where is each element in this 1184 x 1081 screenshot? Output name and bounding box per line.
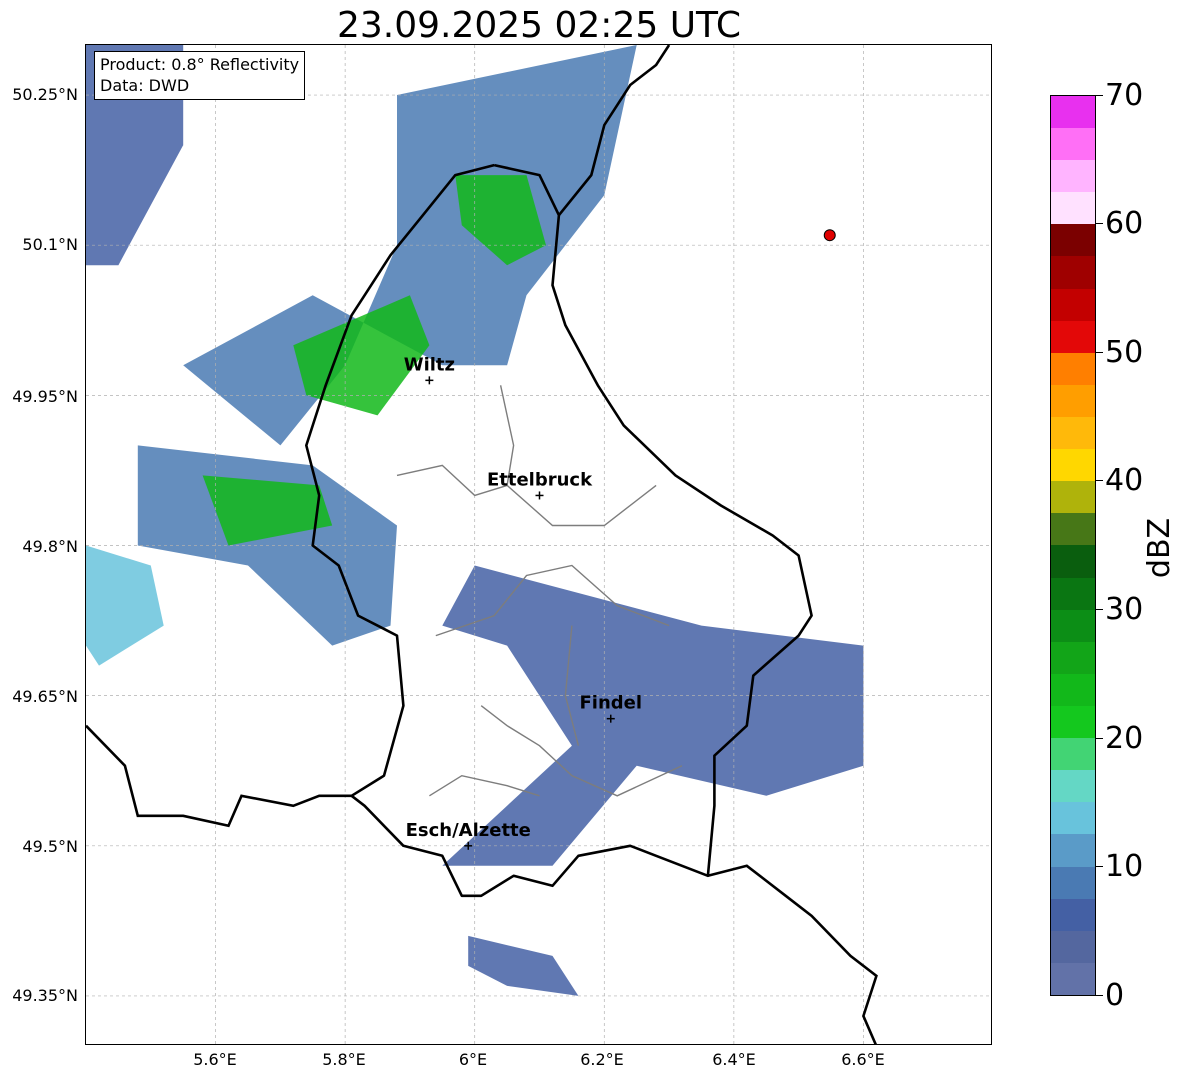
colorbar-segment: [1051, 738, 1095, 771]
colorbar-tick-label: 70: [1105, 78, 1144, 113]
colorbar-tick: [1096, 352, 1103, 353]
colorbar-segment: [1051, 320, 1095, 353]
colorbar-segment: [1051, 288, 1095, 321]
lat-tick-label: 49.8°N: [22, 537, 78, 556]
lon-tick-label: 6°E: [458, 1050, 488, 1069]
colorbar-segment: [1051, 352, 1095, 385]
colorbar-segment: [1051, 802, 1095, 835]
colorbar-tick-label: 0: [1105, 978, 1125, 1013]
lat-tick-label: 49.35°N: [12, 986, 78, 1005]
colorbar-segment: [1051, 481, 1095, 514]
colorbar-segment: [1051, 128, 1095, 161]
colorbar-segment: [1051, 770, 1095, 803]
data-source-label: Data: DWD: [100, 76, 190, 95]
dbz-colorbar: [1050, 95, 1096, 996]
lat-tick-label: 49.65°N: [12, 687, 78, 706]
city-label: Esch/Alzette: [406, 820, 531, 841]
colorbar-tick: [1096, 609, 1103, 610]
product-label: Product: 0.8° Reflectivity: [100, 55, 300, 74]
colorbar-tick-label: 50: [1105, 335, 1144, 370]
lon-tick-label: 5.8°E: [322, 1050, 366, 1069]
lon-tick-label: 6.6°E: [841, 1050, 885, 1069]
radar-map-canvas: Wiltz Ettelbruck Findel Esch/Alzette: [86, 45, 991, 1044]
colorbar-tick: [1096, 223, 1103, 224]
colorbar-tick-label: 60: [1105, 206, 1144, 241]
city-label: Findel: [579, 693, 642, 714]
germany-france-border: [707, 864, 878, 1044]
colorbar-tick: [1096, 480, 1103, 481]
colorbar-segment: [1051, 417, 1095, 450]
colorbar-segment: [1051, 577, 1095, 610]
colorbar-segment: [1051, 224, 1095, 257]
belgium-france-border: [86, 724, 352, 828]
colorbar-title: dBZ: [1142, 517, 1177, 579]
colorbar-segment: [1051, 256, 1095, 289]
colorbar-segment: [1051, 160, 1095, 193]
echo-region-south-small: [468, 935, 579, 996]
colorbar-segment: [1051, 545, 1095, 578]
colorbar-segment: [1051, 192, 1095, 225]
city-label: Wiltz: [404, 354, 455, 375]
lat-tick-label: 50.1°N: [22, 235, 78, 254]
colorbar-segment: [1051, 930, 1095, 963]
radar-site-marker: [823, 229, 836, 242]
colorbar-segment: [1051, 384, 1095, 418]
lat-tick-label: 49.95°N: [12, 387, 78, 406]
colorbar-tick-label: 10: [1105, 849, 1144, 884]
product-info-box: Product: 0.8° Reflectivity Data: DWD: [94, 51, 306, 100]
colorbar-segment: [1051, 673, 1095, 707]
colorbar-tick: [1096, 866, 1103, 867]
lon-tick-label: 6.2°E: [580, 1050, 624, 1069]
colorbar-segment: [1051, 609, 1095, 642]
colorbar-tick-label: 40: [1105, 463, 1144, 498]
colorbar-segment: [1051, 641, 1095, 674]
lat-tick-label: 50.25°N: [12, 85, 78, 104]
lat-tick-label: 49.5°N: [22, 837, 78, 856]
colorbar-tick-label: 20: [1105, 721, 1144, 756]
colorbar-tick-label: 30: [1105, 592, 1144, 627]
colorbar-tick: [1096, 95, 1103, 96]
colorbar-segment: [1051, 449, 1095, 482]
colorbar-segment: [1051, 513, 1095, 546]
colorbar-tick: [1096, 738, 1103, 739]
radar-map[interactable]: Wiltz Ettelbruck Findel Esch/Alzette: [85, 44, 992, 1045]
city-label: Ettelbruck: [487, 469, 593, 490]
colorbar-segment: [1051, 866, 1095, 899]
colorbar-segment: [1051, 834, 1095, 867]
colorbar-segment: [1051, 95, 1095, 129]
colorbar-segment: [1051, 962, 1095, 995]
colorbar-segment: [1051, 898, 1095, 931]
map-title: 23.09.2025 02:25 UTC: [336, 5, 742, 46]
lon-tick-label: 5.6°E: [193, 1050, 237, 1069]
colorbar-segment: [1051, 706, 1095, 739]
colorbar-tick: [1096, 995, 1103, 996]
lon-tick-label: 6.4°E: [712, 1050, 756, 1069]
echo-region-far-west: [86, 545, 164, 666]
